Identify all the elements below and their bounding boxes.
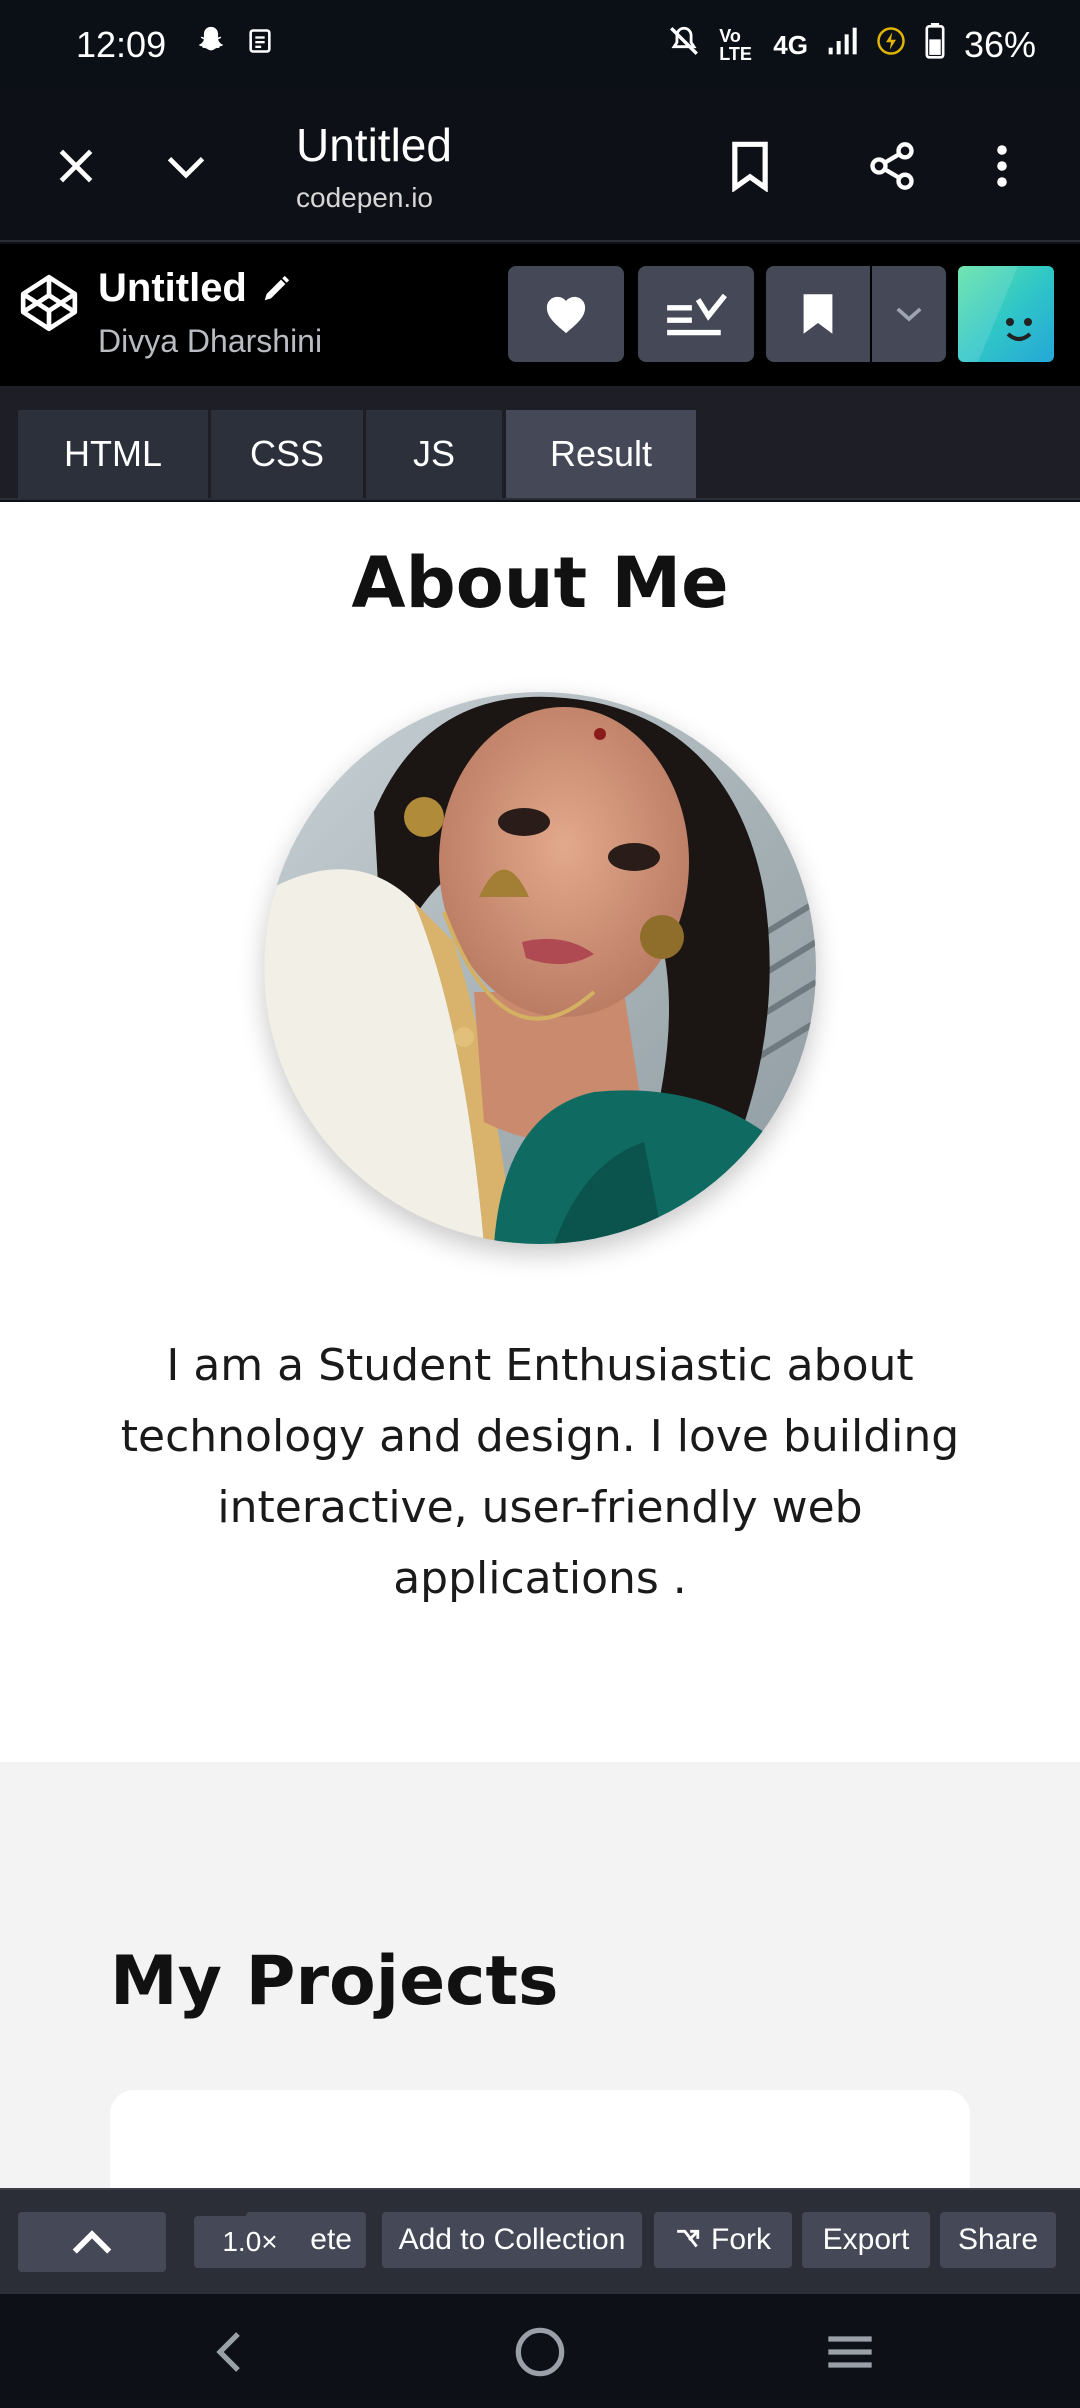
chevron-down-icon bbox=[896, 307, 922, 322]
add-to-collection-button[interactable]: Add to Collection bbox=[382, 2212, 642, 2268]
pen-title[interactable]: Untitled bbox=[98, 266, 322, 311]
page-title: Untitled bbox=[296, 119, 452, 171]
home-button[interactable] bbox=[504, 2316, 576, 2388]
system-nav-bar bbox=[0, 2294, 1080, 2408]
document-icon bbox=[246, 26, 274, 65]
expand-footer-button[interactable] bbox=[18, 2212, 166, 2272]
pen-title-text: Untitled bbox=[98, 266, 247, 310]
user-avatar[interactable] bbox=[958, 266, 1054, 362]
chevron-down-icon bbox=[167, 156, 205, 179]
home-icon bbox=[515, 2327, 565, 2377]
minimize-button[interactable] bbox=[150, 130, 222, 202]
close-tab-button[interactable] bbox=[40, 130, 112, 202]
heart-icon bbox=[546, 296, 586, 334]
tab-html[interactable]: HTML bbox=[18, 410, 208, 498]
export-button[interactable]: Export bbox=[802, 2212, 930, 2268]
recent-apps-button[interactable] bbox=[814, 2316, 886, 2388]
network-label: 4G bbox=[773, 29, 808, 60]
tab-js[interactable]: JS bbox=[366, 410, 502, 498]
bio-text: I am a Student Enthusiastic about techno… bbox=[120, 1330, 960, 1614]
layout-button[interactable] bbox=[638, 266, 754, 362]
collection-bookmark-button[interactable] bbox=[766, 266, 870, 362]
fork-icon bbox=[677, 2229, 700, 2248]
fork-button[interactable]: Fork bbox=[654, 2212, 792, 2268]
notification-icons bbox=[194, 24, 274, 67]
about-heading: About Me bbox=[351, 542, 729, 624]
back-button[interactable] bbox=[192, 2316, 264, 2388]
zoom-level[interactable]: 1.0× bbox=[194, 2216, 306, 2268]
share-icon bbox=[870, 142, 914, 190]
battery-percent: 36% bbox=[963, 24, 1036, 65]
profile-photo bbox=[264, 692, 816, 1244]
bookmark-icon bbox=[803, 294, 833, 334]
page-title-block: Untitled codepen.io bbox=[296, 118, 452, 214]
like-button[interactable] bbox=[508, 266, 624, 362]
mute-icon bbox=[667, 24, 701, 67]
volte-label: Vo LTE bbox=[719, 26, 752, 64]
collection-dropdown-button[interactable] bbox=[872, 266, 946, 362]
pen-info: Untitled Divya Dharshini bbox=[98, 266, 322, 360]
battery-saver-icon bbox=[876, 26, 906, 65]
codepen-footer-toolbar: 1.0× ete Add to Collection Fork Export S… bbox=[0, 2188, 1080, 2294]
tab-css[interactable]: CSS bbox=[211, 410, 363, 498]
project-card bbox=[110, 2090, 970, 2188]
projects-section: My Projects bbox=[0, 1762, 1080, 2188]
avatar-face-icon bbox=[958, 266, 1032, 362]
signal-icon bbox=[826, 25, 858, 66]
snapchat-icon bbox=[194, 24, 228, 67]
bookmark-button[interactable] bbox=[714, 130, 786, 202]
pencil-icon[interactable] bbox=[261, 274, 291, 304]
bio-line: applications . bbox=[393, 1553, 687, 1604]
more-options-button[interactable] bbox=[966, 130, 1038, 202]
bio-line: interactive, user-friendly web bbox=[217, 1482, 863, 1533]
bio-line: technology and design. I love building bbox=[120, 1411, 960, 1462]
projects-heading: My Projects bbox=[110, 1942, 559, 2021]
more-vertical-icon bbox=[997, 145, 1007, 187]
codepen-header: Untitled Divya Dharshini bbox=[0, 244, 1080, 386]
result-preview[interactable]: About Me I am a Student Enthusiastic abo… bbox=[0, 502, 1080, 2188]
layout-check-icon bbox=[667, 293, 727, 336]
browser-toolbar: Untitled codepen.io bbox=[0, 90, 1080, 242]
bio-line: I am a Student Enthusiastic about bbox=[166, 1340, 914, 1391]
share-button[interactable] bbox=[856, 130, 928, 202]
bookmark-icon bbox=[732, 141, 768, 192]
share-pen-button[interactable]: Share bbox=[940, 2212, 1056, 2268]
status-time: 12:09 bbox=[76, 24, 167, 65]
status-bar: 12:09 Vo LTE 4G 36% bbox=[0, 0, 1080, 90]
menu-icon bbox=[828, 2336, 872, 2368]
chevron-up-icon bbox=[72, 2230, 112, 2254]
close-icon bbox=[59, 149, 93, 183]
codepen-logo-icon[interactable] bbox=[18, 272, 80, 334]
battery-icon bbox=[924, 22, 946, 68]
back-icon bbox=[216, 2332, 240, 2372]
tab-result[interactable]: Result bbox=[506, 410, 696, 498]
fork-label: Fork bbox=[711, 2223, 771, 2256]
editor-tabs: HTML CSS JS Result bbox=[0, 386, 1080, 500]
page-domain: codepen.io bbox=[296, 182, 434, 213]
pen-author[interactable]: Divya Dharshini bbox=[98, 323, 322, 360]
